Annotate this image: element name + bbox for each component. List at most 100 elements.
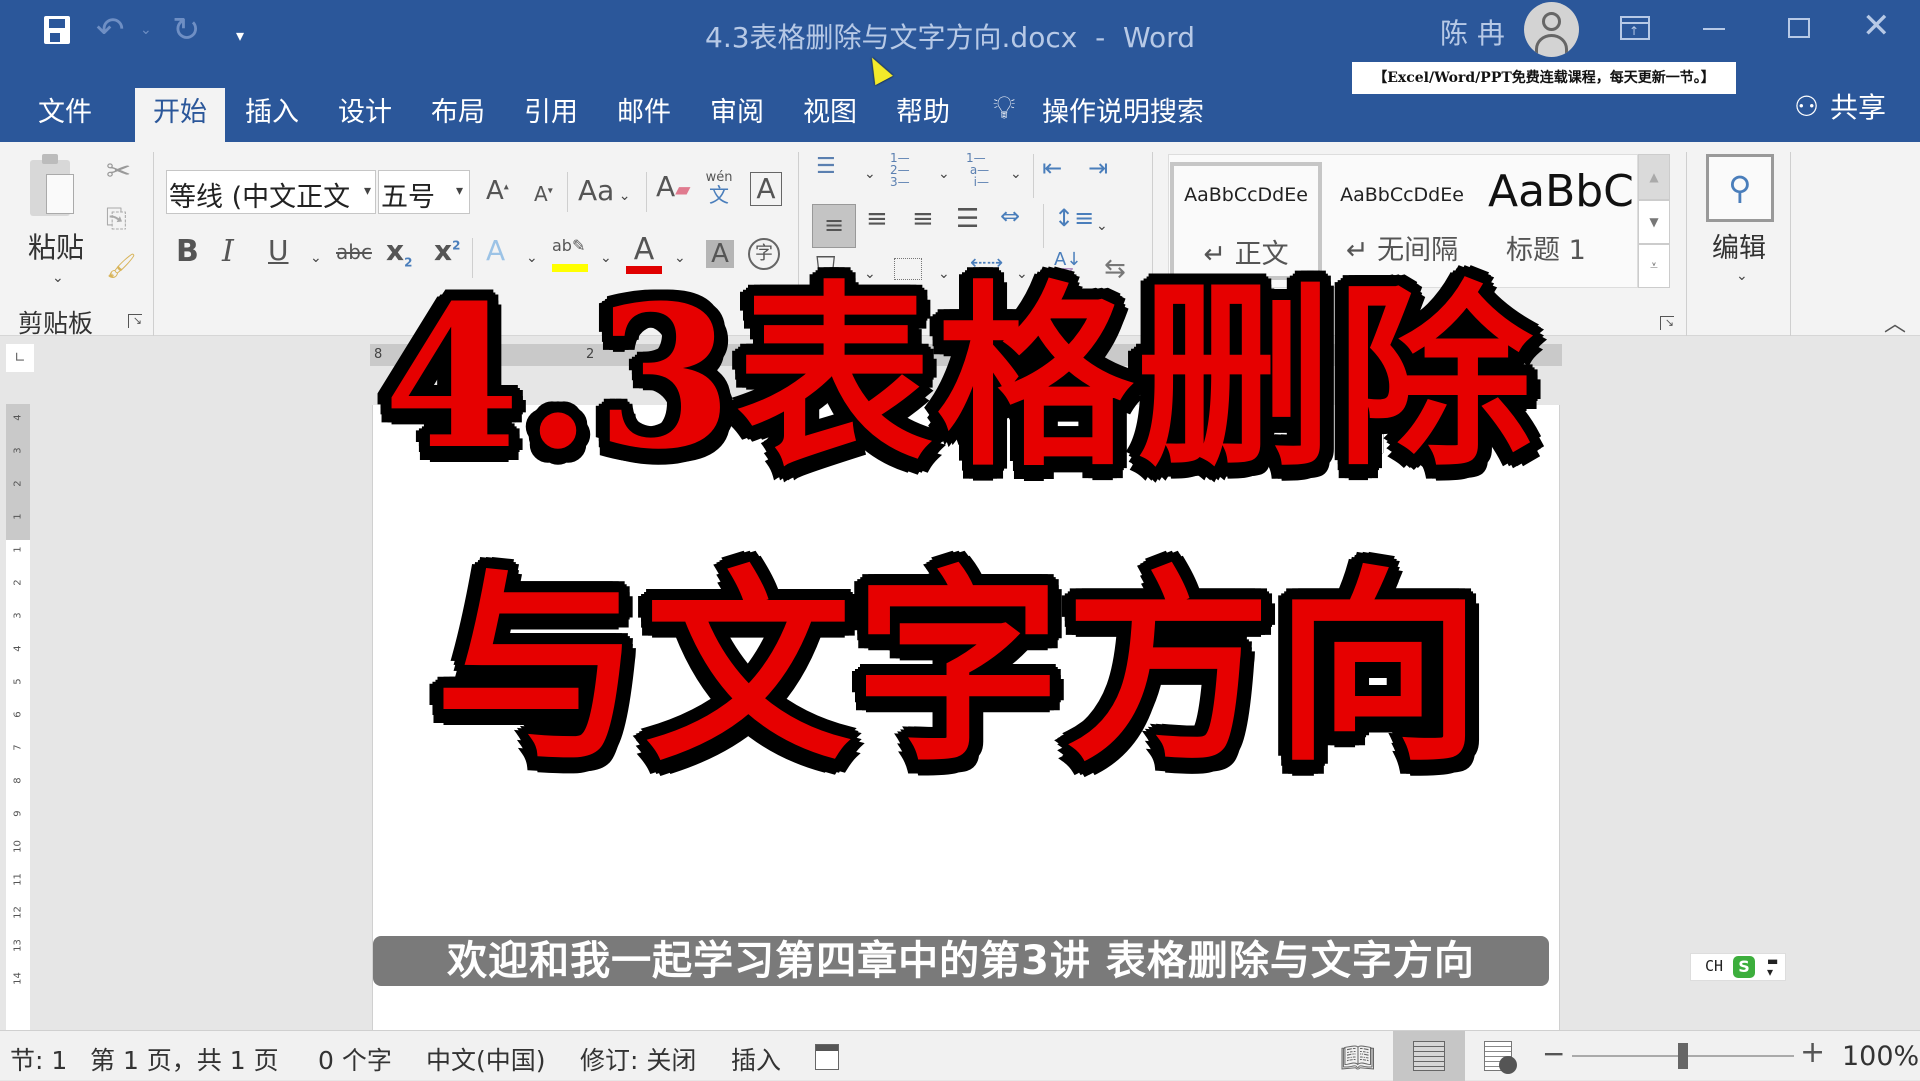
clear-formatting-icon[interactable]: A▰ <box>656 170 691 203</box>
styles-scroll-up[interactable]: ▲ <box>1638 154 1670 200</box>
bold-button[interactable]: B <box>176 234 199 269</box>
status-bar: 节: 1 第 1 页，共 1 页 0 个字 中文(中国) 修订: 关闭 插入 📖… <box>0 1030 1920 1081</box>
customize-toolbar-icon[interactable]: ▾ <box>236 26 244 45</box>
strikethrough-button[interactable]: abc <box>336 240 372 264</box>
zoom-in-button[interactable]: + <box>1800 1035 1825 1070</box>
ruler-tick: 12 <box>12 906 24 919</box>
bullets-icon[interactable]: ☰ <box>816 154 836 179</box>
share-button[interactable]: 共享 <box>1830 86 1886 126</box>
change-case-button[interactable]: Aa ⌄ <box>578 174 631 207</box>
ime-indicator[interactable]: CH S ▬ ▾ <box>1690 953 1786 981</box>
underline-button[interactable]: U <box>268 234 289 267</box>
promo-banner: 【Excel/Word/PPT免费连载课程，每天更新一节。】 <box>1352 62 1736 94</box>
status-track-changes[interactable]: 修订: 关闭 <box>580 1041 696 1077</box>
font-size-field[interactable]: 五号 ▾ <box>378 170 470 214</box>
tab-mailings[interactable]: 邮件 <box>601 88 687 142</box>
zoom-slider-thumb[interactable] <box>1678 1043 1688 1069</box>
sogou-logo-icon: S <box>1733 956 1755 978</box>
align-center-button[interactable]: ≡ <box>866 204 888 234</box>
minimize-button[interactable] <box>1703 28 1725 30</box>
paste-icon[interactable] <box>30 154 74 216</box>
numbering-icon[interactable]: 1— 2— 3— <box>890 152 910 188</box>
tab-layout[interactable]: 布局 <box>415 88 501 142</box>
ribbon-display-options-icon[interactable]: ↑ <box>1620 16 1650 40</box>
italic-button[interactable]: I <box>222 234 234 269</box>
font-size-dropdown-icon[interactable]: ▾ <box>456 183 463 199</box>
status-section[interactable]: 节: 1 <box>10 1041 67 1077</box>
undo-dropdown-icon[interactable]: ⌄ <box>140 22 152 38</box>
status-word-count[interactable]: 0 个字 <box>318 1041 392 1077</box>
line-spacing-dropdown-icon[interactable]: ⌄ <box>1096 218 1108 234</box>
zoom-level[interactable]: 100% <box>1842 1041 1919 1072</box>
editing-button[interactable]: 编辑 <box>1712 226 1766 265</box>
tell-me-search[interactable]: 操作说明搜索 <box>1042 90 1204 129</box>
save-icon[interactable] <box>44 16 70 44</box>
style-heading-1-preview: AaBbC <box>1488 166 1634 217</box>
change-case-label: Aa <box>578 174 615 207</box>
restore-button[interactable] <box>1788 18 1810 38</box>
ime-menu-icon[interactable]: ▬ ▾ <box>1767 955 1778 978</box>
font-name-field[interactable]: 等线 (中文正文 ▾ <box>166 170 376 214</box>
close-button[interactable]: ✕ <box>1862 6 1891 46</box>
cut-icon[interactable]: ✂ <box>106 154 131 189</box>
paste-button[interactable]: 粘贴 <box>28 226 84 266</box>
phonetic-guide-icon[interactable]: wén 文 <box>704 170 734 205</box>
video-title-line-1: 4.3表格删除 <box>383 263 1537 493</box>
status-insert-mode[interactable]: 插入 <box>731 1041 781 1077</box>
phonetic-guide-char: 文 <box>709 183 729 207</box>
status-page[interactable]: 第 1 页，共 1 页 <box>90 1041 279 1077</box>
align-left-button[interactable]: ≡ <box>812 204 856 248</box>
multilevel-list-icon[interactable]: 1— a— i— <box>966 152 989 188</box>
style-heading-1-name: 标题 1 <box>1506 235 1586 266</box>
tab-help[interactable]: 帮助 <box>880 88 966 142</box>
bullets-dropdown-icon[interactable]: ⌄ <box>864 166 876 182</box>
find-icon[interactable]: ⚲ <box>1706 154 1774 222</box>
ruler-tick: 14 <box>12 972 24 985</box>
ime-language: CH <box>1705 957 1724 975</box>
tab-design[interactable]: 设计 <box>322 88 408 142</box>
tab-references[interactable]: 引用 <box>508 88 594 142</box>
numbering-dropdown-icon[interactable]: ⌄ <box>938 166 950 182</box>
tab-insert[interactable]: 插入 <box>229 88 315 142</box>
status-language[interactable]: 中文(中国) <box>426 1041 546 1077</box>
lightbulb-icon: 💡︎ <box>993 88 1016 126</box>
multilevel-dropdown-icon[interactable]: ⌄ <box>1010 166 1022 182</box>
align-right-button[interactable]: ≡ <box>912 204 934 234</box>
line-spacing-icon[interactable]: ↕≡ <box>1054 204 1094 232</box>
style-normal-preview: AaBbCcDdEe <box>1184 184 1308 206</box>
font-name-dropdown-icon[interactable]: ▾ <box>364 183 371 199</box>
character-border-icon[interactable]: A <box>750 172 782 206</box>
web-layout-icon[interactable] <box>1484 1041 1517 1074</box>
user-name[interactable]: 陈 冉 <box>1440 12 1505 52</box>
undo-icon[interactable]: ↶ <box>96 10 125 50</box>
justify-button[interactable]: ☰ <box>956 204 979 234</box>
decrease-indent-icon[interactable]: ⇤ <box>1042 154 1062 182</box>
ruler-tick: 9 <box>12 810 24 817</box>
distributed-button[interactable]: ⇔ <box>1000 202 1020 230</box>
tab-home[interactable]: 开始 <box>135 88 225 142</box>
underline-dropdown-icon[interactable]: ⌄ <box>310 250 322 266</box>
window-title: 4.3表格删除与文字方向.docx - Word <box>705 21 1195 54</box>
grow-font-icon[interactable]: A▴ <box>486 176 509 206</box>
ruler-tick: 13 <box>12 939 24 952</box>
redo-icon[interactable]: ↻ <box>172 10 201 50</box>
tab-file[interactable]: 文件 <box>22 88 108 142</box>
shrink-font-icon[interactable]: A▾ <box>534 182 553 206</box>
styles-scroll-down[interactable]: ▼ <box>1638 200 1670 244</box>
print-layout-button[interactable] <box>1393 1031 1465 1081</box>
tab-review[interactable]: 审阅 <box>694 88 780 142</box>
title-bar: ↶ ⌄ ↻ ▾ 4.3表格删除与文字方向.docx - Word 陈 冉 ↑ ✕… <box>0 0 1920 94</box>
video-title-line-2: 与文字方向 <box>434 547 1485 789</box>
style-no-spacing-preview: AaBbCcDdEe <box>1340 184 1464 206</box>
zoom-slider[interactable] <box>1572 1043 1794 1069</box>
macro-recording-icon[interactable] <box>815 1044 839 1070</box>
font-size-value: 五号 <box>381 182 435 213</box>
copy-icon[interactable]: ⎘ <box>106 204 127 235</box>
style-no-spacing-name: ↵ 无间隔 <box>1345 235 1459 266</box>
increase-indent-icon[interactable]: ⇥ <box>1088 154 1108 182</box>
avatar[interactable] <box>1524 2 1579 57</box>
read-mode-icon[interactable]: 📖︎ <box>1340 1041 1376 1074</box>
share-icon[interactable]: ⚇ <box>1794 90 1819 123</box>
tab-view[interactable]: 视图 <box>787 88 873 142</box>
zoom-out-button[interactable]: − <box>1542 1037 1565 1070</box>
